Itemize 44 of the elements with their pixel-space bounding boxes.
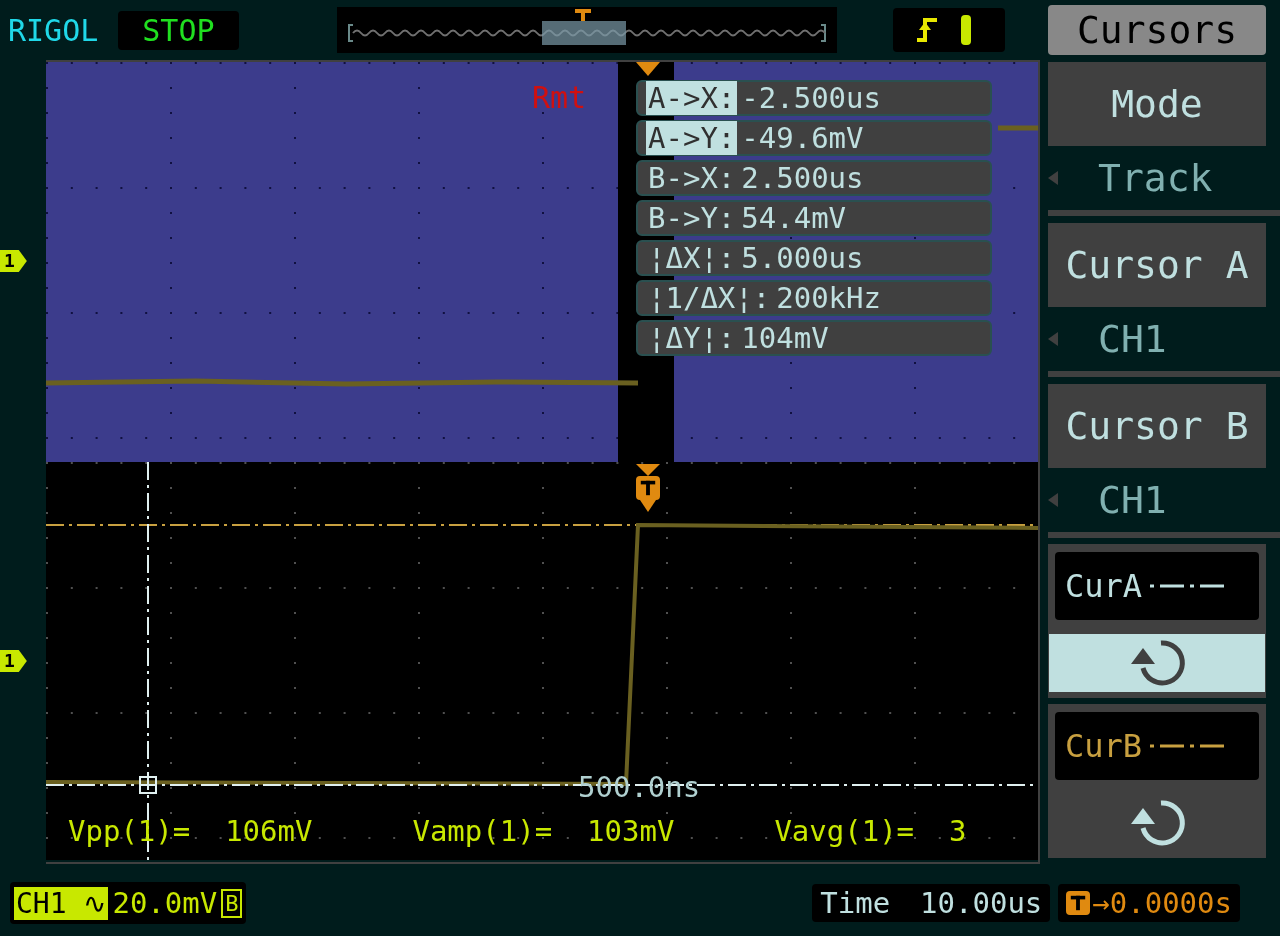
- readout-label: ¦ΔX¦:: [647, 241, 737, 275]
- channel-marker: 1: [0, 250, 27, 272]
- readout-label: B->X:: [647, 161, 737, 195]
- channel-marker: 1: [0, 650, 27, 672]
- readout-value: 200kHz: [776, 281, 881, 315]
- menu-value: CH1: [1098, 317, 1167, 361]
- menu-button[interactable]: Cursor A: [1048, 223, 1266, 307]
- remote-indicator: Rmt: [532, 80, 587, 115]
- readout-label: B->Y:: [647, 201, 737, 235]
- cursor-label: CurA: [1065, 567, 1143, 605]
- menu-button[interactable]: Cursor B: [1048, 384, 1266, 468]
- trigger-icon: [1066, 891, 1091, 915]
- left-arrow-icon: [1048, 493, 1058, 507]
- readout-label: A->Y:: [646, 121, 738, 155]
- timebase-label: Time: [820, 886, 891, 920]
- readout-label: ¦1/ΔX¦:: [647, 281, 772, 315]
- measurement: Vpp(1)= 106mV: [68, 814, 313, 848]
- left-arrow-icon: [1048, 171, 1058, 185]
- menu-title: Cursors: [1048, 5, 1266, 55]
- trigger-offset: →0.0000s: [1092, 886, 1232, 920]
- readout-value: 104mV: [741, 321, 829, 355]
- readout-value: 5.000us: [741, 241, 864, 275]
- menu-value: CH1: [1098, 478, 1167, 522]
- brand-label: RIGOL: [8, 12, 99, 48]
- readout-label: A->X:: [646, 81, 738, 115]
- left-arrow-icon: [1048, 332, 1058, 346]
- channel-label: CH1 ∿: [14, 886, 109, 920]
- readout-value: 54.4mV: [741, 201, 847, 235]
- measurement: Vamp(1)= 103mV: [412, 814, 675, 848]
- rotate-button[interactable]: [1049, 634, 1265, 692]
- readout-value: -49.6mV: [741, 121, 864, 155]
- run-status: STOP: [118, 10, 239, 50]
- volts-per-div: 20.0mV: [112, 886, 218, 920]
- measurement: Vavg(1)= 3: [774, 814, 967, 848]
- cursor-label: CurB: [1065, 727, 1143, 765]
- bandwidth-limit-indicator: B: [221, 888, 243, 918]
- timebase-value: 10.00us: [920, 886, 1043, 920]
- readout-value: 2.500us: [741, 161, 864, 195]
- menu-button[interactable]: Mode: [1048, 62, 1266, 146]
- readout-value: -2.500us: [741, 81, 881, 115]
- level-indicator-icon: [960, 15, 971, 45]
- rising-edge-icon: [914, 16, 939, 44]
- readout-label: ¦ΔY¦:: [647, 321, 737, 355]
- menu-value: Track: [1098, 156, 1213, 200]
